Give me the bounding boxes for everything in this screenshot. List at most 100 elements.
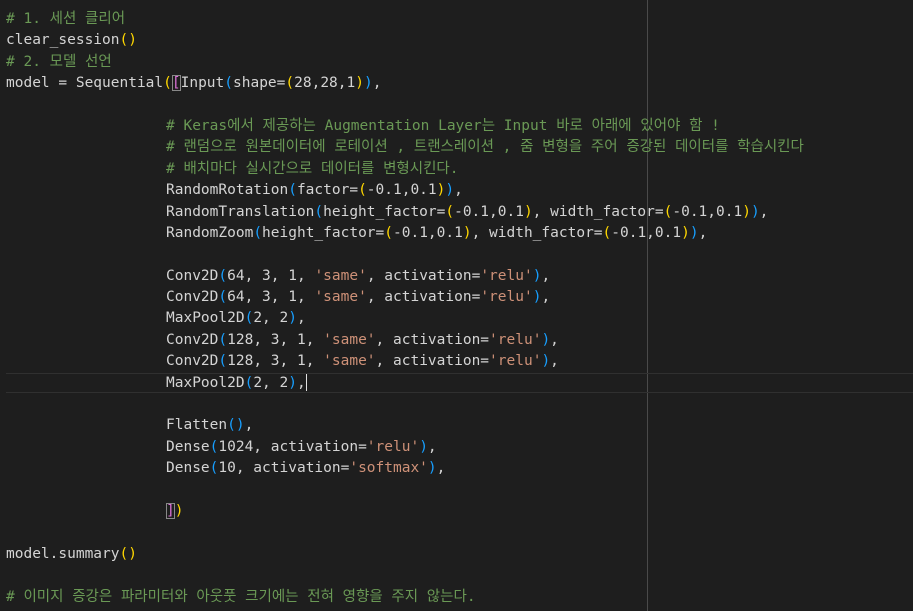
matched-bracket: [	[171, 75, 181, 92]
code-token: RandomRotation	[166, 182, 289, 199]
code-token: model = Sequential	[6, 75, 164, 92]
code-token: 128, 3, 1,	[227, 331, 324, 348]
code-token: , width_factor=	[532, 203, 664, 220]
text-cursor	[305, 374, 307, 392]
code-token: )	[427, 460, 437, 477]
code-token: Input	[180, 75, 225, 92]
code-token: )	[363, 75, 373, 92]
code-token: (	[244, 374, 254, 391]
code-token: 28,28,1	[294, 75, 356, 92]
code-line-7[interactable]: # 랜덤으로 원본데이터에 로테이션 , 트랜스레이션 , 줌 변형을 주어 증…	[6, 137, 804, 158]
code-line-26[interactable]: model.summary()	[6, 544, 804, 565]
code-token: (	[285, 75, 295, 92]
code-token: 2, 2	[253, 374, 289, 391]
code-line-9[interactable]: RandomRotation(factor=(-0.1,0.1)),	[6, 180, 804, 201]
code-token: 'softmax'	[349, 460, 428, 477]
code-token: Conv2D	[166, 267, 219, 284]
code-token: ()	[119, 545, 137, 562]
code-line-12[interactable]	[6, 244, 804, 265]
code-line-28[interactable]: # 이미지 증강은 파라미터와 아웃풋 크기에는 전혀 영향을 주지 않는다.	[6, 587, 804, 608]
code-token: -0.1,0.1	[454, 203, 524, 220]
code-line-14[interactable]: Conv2D(64, 3, 1, 'same', activation='rel…	[6, 287, 804, 308]
code-line-25[interactable]	[6, 522, 804, 543]
code-token: Conv2D	[166, 353, 219, 370]
code-token: (	[224, 75, 233, 92]
code-line-21[interactable]: Dense(1024, activation='relu'),	[6, 437, 804, 458]
code-line-19[interactable]	[6, 394, 804, 415]
code-token: Conv2D	[166, 331, 219, 348]
code-line-15[interactable]: MaxPool2D(2, 2),	[6, 308, 804, 329]
code-token: ,	[541, 267, 551, 284]
code-line-16[interactable]: Conv2D(128, 3, 1, 'same', activation='re…	[6, 330, 804, 351]
code-token: )	[523, 203, 533, 220]
code-line-1[interactable]: # 1. 세션 클리어	[6, 9, 804, 30]
code-line-22[interactable]: Dense(10, activation='softmax'),	[6, 458, 804, 479]
code-token: MaxPool2D	[166, 310, 245, 327]
code-token: (	[358, 182, 367, 199]
code-token: -0.1,0.1	[672, 203, 743, 220]
code-line-4[interactable]: model = Sequential([Input(shape=(28,28,1…	[6, 73, 804, 94]
code-token: (	[384, 224, 393, 241]
code-line-11[interactable]: RandomZoom(height_factor=(-0.1,0.1), wid…	[6, 223, 804, 244]
code-token: (	[244, 310, 254, 327]
code-token: 1024, activation=	[218, 438, 367, 455]
code-token: ,	[427, 438, 437, 455]
code-line-24[interactable]: ])	[6, 501, 804, 522]
code-line-2[interactable]: clear_session()	[6, 30, 804, 51]
code-token: 'same'	[314, 267, 367, 284]
code-token: (	[218, 353, 228, 370]
code-token: )	[689, 224, 699, 241]
code-token: ,	[759, 203, 769, 220]
code-token: (	[218, 267, 228, 284]
code-token: model.summary	[6, 545, 120, 562]
code-token: 10, activation=	[218, 460, 350, 477]
code-token: , activation=	[375, 353, 490, 370]
code-token: (	[602, 224, 612, 241]
code-line-17[interactable]: Conv2D(128, 3, 1, 'same', activation='re…	[6, 351, 804, 372]
code-line-20[interactable]: Flatten(),	[6, 415, 804, 436]
code-token: , activation=	[366, 267, 481, 284]
code-line-13[interactable]: Conv2D(64, 3, 1, 'same', activation='rel…	[6, 266, 804, 287]
code-token: RandomZoom	[166, 224, 254, 241]
code-token: )	[541, 331, 551, 348]
code-line-6[interactable]: # Keras에서 제공하는 Augmentation Layer는 Input…	[6, 116, 804, 137]
code-token: )	[742, 203, 751, 220]
code-token: # 배치마다 실시간으로 데이터를 변형시킨다.	[166, 160, 459, 177]
code-token: -0.1,0.1	[366, 182, 437, 199]
code-token: 'same'	[323, 331, 376, 348]
code-token: shape=	[233, 75, 286, 92]
code-token: , activation=	[366, 289, 481, 306]
code-token: 64, 3, 1,	[227, 289, 315, 306]
code-line-23[interactable]	[6, 480, 804, 501]
code-token: (	[218, 289, 228, 306]
code-token: )	[750, 203, 760, 220]
code-token: )	[174, 502, 184, 519]
code-token: (	[163, 75, 172, 92]
code-line-27[interactable]	[6, 565, 804, 586]
code-token: height_factor=	[262, 224, 385, 241]
code-token: ,	[372, 75, 382, 92]
code-token: ,	[550, 353, 559, 370]
code-token: )	[355, 75, 364, 92]
code-token: (	[314, 203, 324, 220]
code-token: # 이미지 증강은 파라미터와 아웃풋 크기에는 전혀 영향을 주지 않는다.	[6, 588, 476, 605]
code-line-18[interactable]: MaxPool2D(2, 2),	[6, 373, 804, 394]
code-token: (	[218, 331, 228, 348]
code-lines[interactable]: # 1. 세션 클리어 clear_session() # 2. 모델 선언 mode…	[6, 9, 804, 608]
code-line-10[interactable]: RandomTranslation(height_factor=(-0.1,0.…	[6, 202, 804, 223]
code-token: 64, 3, 1,	[227, 267, 315, 284]
code-token: # 2. 모델 선언	[6, 53, 112, 70]
code-line-8[interactable]: # 배치마다 실시간으로 데이터를 변형시킨다.	[6, 159, 804, 180]
code-token: )	[288, 310, 297, 327]
code-token: Dense	[166, 460, 210, 477]
code-line-5[interactable]	[6, 95, 804, 116]
code-editor[interactable]: # 1. 세션 클리어 clear_session() # 2. 모델 선언 mode…	[0, 0, 913, 611]
code-token: RandomTranslation	[166, 203, 315, 220]
code-token: # Keras에서 제공하는 Augmentation Layer는 Input…	[166, 117, 720, 134]
code-token: ,	[244, 417, 254, 434]
code-token: )	[419, 438, 428, 455]
code-token: )	[681, 224, 690, 241]
code-line-3[interactable]: # 2. 모델 선언	[6, 52, 804, 73]
code-token: (	[253, 224, 263, 241]
code-token: 'relu'	[489, 353, 542, 370]
